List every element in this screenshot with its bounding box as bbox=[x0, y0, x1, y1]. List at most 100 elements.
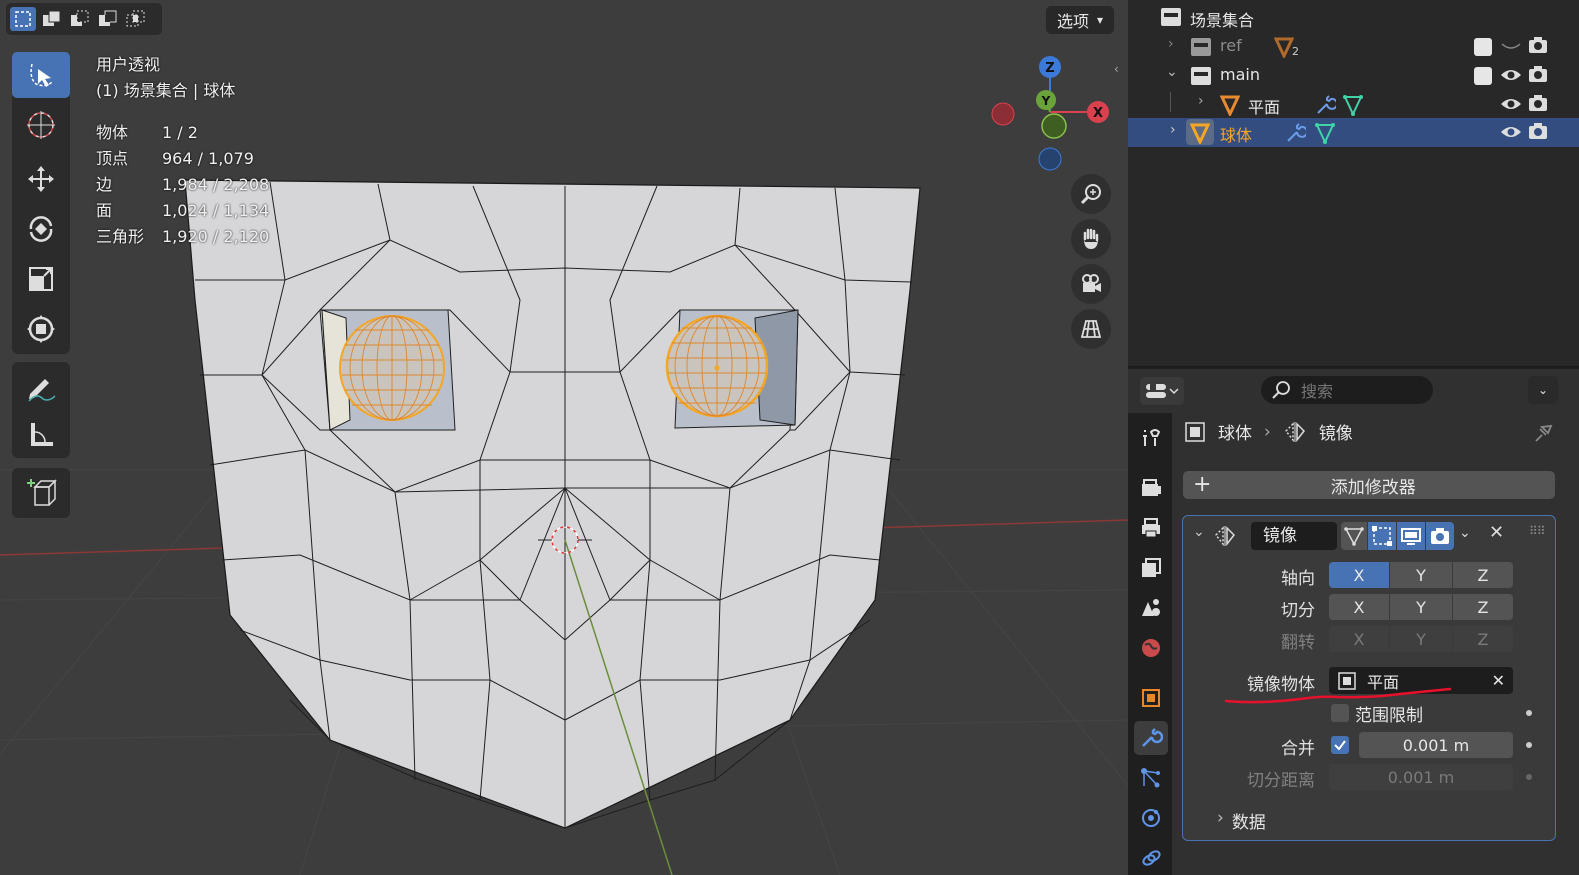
scale-icon[interactable] bbox=[12, 256, 70, 302]
search-icon bbox=[1272, 381, 1290, 399]
navigation-gizmo[interactable]: Z Y X bbox=[985, 50, 1115, 180]
select-intersect-icon[interactable] bbox=[123, 7, 149, 31]
modifier-name-field[interactable]: 镜像 bbox=[1251, 522, 1337, 550]
select-new-icon[interactable] bbox=[10, 7, 36, 31]
chevron-right-icon[interactable]: › bbox=[1168, 36, 1174, 52]
object-properties-icon[interactable] bbox=[1134, 681, 1168, 715]
sphere-object-left[interactable] bbox=[339, 315, 445, 421]
editor-type-dropdown[interactable] bbox=[1140, 377, 1184, 405]
camera-render-icon[interactable] bbox=[1528, 65, 1548, 87]
viewport-display-toggle-icon[interactable] bbox=[1397, 522, 1425, 550]
chevron-down-icon[interactable]: ⌄ bbox=[1528, 376, 1558, 404]
mesh-data-icon[interactable] bbox=[1342, 94, 1364, 120]
keyframe-dot-icon[interactable] bbox=[1526, 710, 1532, 716]
outliner-row-main[interactable]: ⌄ main bbox=[1128, 61, 1579, 90]
face-mesh[interactable] bbox=[184, 179, 921, 829]
cursor-icon[interactable] bbox=[12, 102, 70, 148]
view-name: 用户透视 bbox=[96, 55, 161, 74]
outliner-row-plane[interactable]: › 平面 bbox=[1128, 90, 1579, 119]
drag-handle-icon[interactable]: ⠿⠿ bbox=[1529, 524, 1546, 538]
on-cage-toggle-icon[interactable] bbox=[1368, 522, 1396, 550]
zoom-icon[interactable] bbox=[1071, 174, 1111, 214]
camera-render-icon[interactable] bbox=[1528, 122, 1548, 144]
particles-icon[interactable] bbox=[1134, 761, 1168, 795]
modifier-wrench-icon[interactable] bbox=[1134, 721, 1168, 755]
axis-x-toggle[interactable]: X bbox=[1329, 562, 1389, 588]
options-dropdown[interactable]: 选项 ▾ bbox=[1046, 6, 1114, 34]
stat-label: 三角形 bbox=[96, 227, 145, 246]
breadcrumb: 球体 › 镜像 bbox=[1184, 419, 1353, 444]
pin-icon[interactable] bbox=[1532, 421, 1554, 447]
close-icon[interactable]: ✕ bbox=[1489, 522, 1504, 543]
transform-icon[interactable] bbox=[12, 306, 70, 352]
bisect-distance-field[interactable]: 0.001 m bbox=[1329, 764, 1513, 790]
axis-y-toggle[interactable]: Y bbox=[1390, 562, 1452, 588]
sphere-object-right[interactable] bbox=[665, 314, 769, 418]
rotate-icon[interactable] bbox=[12, 206, 70, 252]
chevron-down-icon[interactable]: ⌄ bbox=[1166, 64, 1178, 80]
keyframe-dot-icon[interactable] bbox=[1526, 774, 1532, 780]
eye-closed-icon[interactable] bbox=[1500, 38, 1522, 58]
chevron-right-icon[interactable]: › bbox=[1198, 93, 1204, 109]
mesh-data-icon[interactable] bbox=[1314, 122, 1336, 148]
scene-icon[interactable] bbox=[1134, 591, 1168, 625]
wrench-modifier-icon[interactable] bbox=[1284, 122, 1308, 148]
select-extend-icon[interactable] bbox=[39, 7, 65, 31]
world-icon[interactable] bbox=[1134, 631, 1168, 665]
eye-icon[interactable] bbox=[1500, 66, 1522, 88]
select-invert-icon[interactable] bbox=[95, 7, 121, 31]
eye-icon[interactable] bbox=[1500, 123, 1522, 145]
3d-viewport[interactable]: 选项 ▾ ‹ 用户透视 (1) 场景集合 | 球体 物体 1 / 2 顶点 96… bbox=[0, 0, 1128, 875]
search-input[interactable]: 搜索 bbox=[1261, 376, 1433, 404]
flip-z-toggle[interactable]: Z bbox=[1453, 626, 1513, 652]
output-settings-icon[interactable] bbox=[1134, 511, 1168, 545]
edit-mode-toggle-icon[interactable] bbox=[1341, 522, 1367, 550]
chevron-right-icon[interactable]: › bbox=[1170, 122, 1176, 138]
origin-dot bbox=[714, 365, 720, 371]
wrench-modifier-icon[interactable] bbox=[1314, 94, 1338, 120]
render-settings-icon[interactable] bbox=[1134, 471, 1168, 505]
constraints-icon[interactable] bbox=[1134, 841, 1168, 875]
add-modifier-button[interactable]: + 添加修改器 bbox=[1183, 471, 1555, 499]
flip-y-toggle[interactable]: Y bbox=[1390, 626, 1452, 652]
perspective-grid-icon[interactable] bbox=[1071, 309, 1111, 349]
camera-render-icon[interactable] bbox=[1528, 36, 1548, 58]
outliner-row-ref[interactable]: › ref 2 bbox=[1128, 32, 1579, 61]
camera-render-icon[interactable] bbox=[1528, 94, 1548, 116]
pan-hand-icon[interactable] bbox=[1071, 219, 1111, 259]
keyframe-dot-icon[interactable] bbox=[1526, 742, 1532, 748]
outliner-item-label: main bbox=[1220, 65, 1260, 84]
chevron-down-icon[interactable]: ⌄ bbox=[1459, 525, 1471, 541]
measure-icon[interactable] bbox=[12, 412, 70, 458]
camera-view-icon[interactable] bbox=[1071, 264, 1111, 304]
axis-z-toggle[interactable]: Z bbox=[1453, 562, 1513, 588]
exclude-checkbox[interactable] bbox=[1474, 67, 1492, 85]
outliner-row-sphere[interactable]: › 球体 bbox=[1128, 118, 1579, 147]
physics-icon[interactable] bbox=[1134, 801, 1168, 835]
merge-distance-field[interactable]: 0.001 m bbox=[1359, 732, 1513, 758]
eye-icon[interactable] bbox=[1500, 95, 1522, 117]
flip-x-toggle[interactable]: X bbox=[1329, 626, 1389, 652]
merge-checkbox[interactable] bbox=[1331, 736, 1349, 754]
mirror-modifier-icon bbox=[1284, 421, 1305, 442]
outliner-row-scene-collection[interactable]: 场景集合 bbox=[1128, 3, 1579, 32]
collection-box-icon bbox=[1190, 37, 1212, 61]
exclude-checkbox[interactable] bbox=[1474, 38, 1492, 56]
render-toggle-icon[interactable] bbox=[1426, 522, 1454, 550]
select-subtract-icon[interactable] bbox=[67, 7, 93, 31]
add-cube-icon[interactable] bbox=[12, 470, 70, 516]
move-icon[interactable] bbox=[12, 156, 70, 202]
data-subpanel-header[interactable]: › 数据 bbox=[1217, 808, 1266, 833]
select-box-icon[interactable] bbox=[12, 52, 70, 98]
bisect-y-toggle[interactable]: Y bbox=[1390, 594, 1452, 620]
object-icon bbox=[1185, 421, 1205, 442]
scene-collection-label: 场景集合 bbox=[1190, 11, 1255, 30]
bisect-x-toggle[interactable]: X bbox=[1329, 594, 1389, 620]
view-layer-icon[interactable] bbox=[1134, 551, 1168, 585]
clear-icon[interactable]: ✕ bbox=[1492, 671, 1505, 690]
annotate-icon[interactable] bbox=[12, 364, 70, 410]
collapse-chevron-icon[interactable]: ⌄ bbox=[1193, 524, 1205, 540]
bisect-z-toggle[interactable]: Z bbox=[1453, 594, 1513, 620]
chevron-down-icon: ▾ bbox=[1096, 13, 1104, 27]
tool-settings-icon[interactable] bbox=[1134, 421, 1168, 455]
